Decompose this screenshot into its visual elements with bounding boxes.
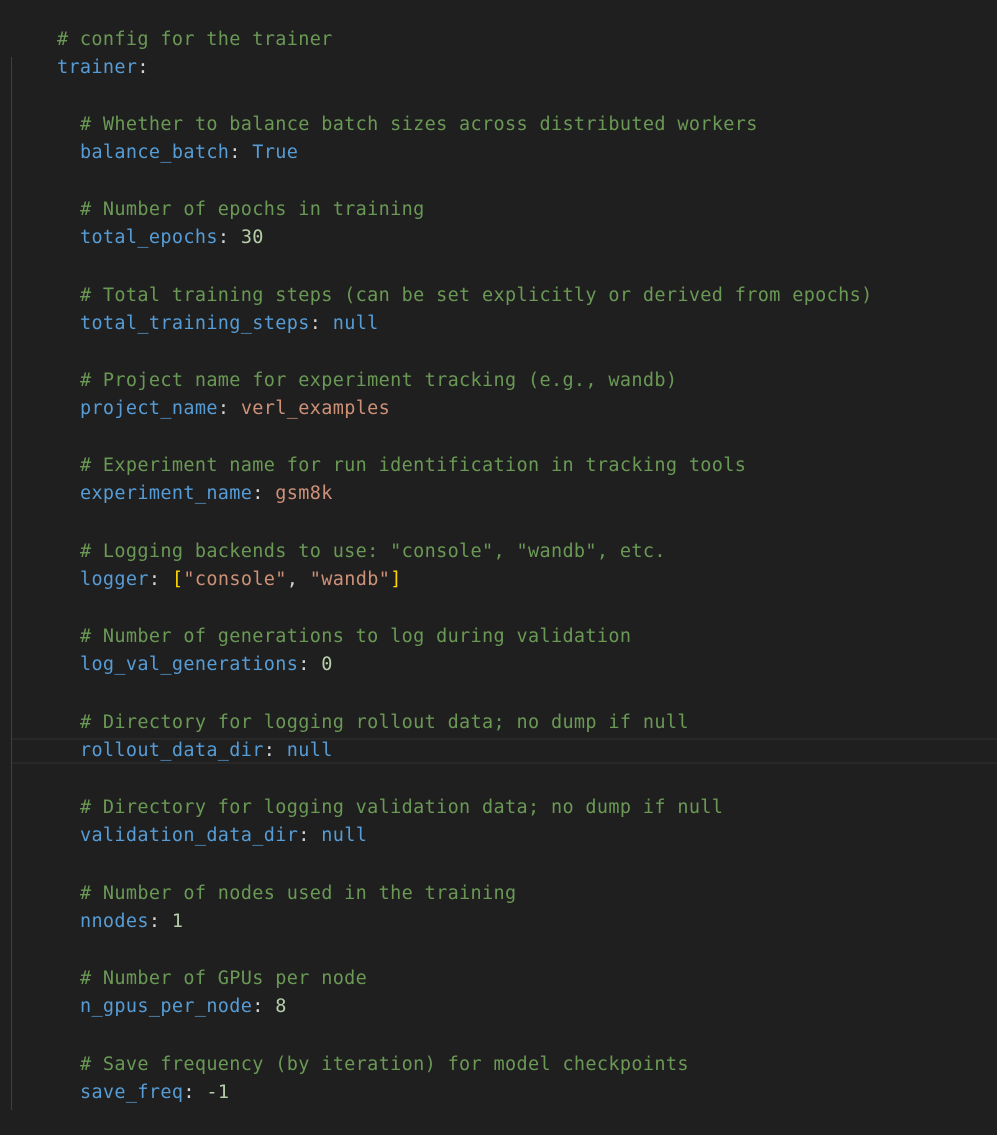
code-editor[interactable]: # config for the trainer trainer: # Whet…: [0, 0, 997, 1110]
code-line-kv: nnodes: 1: [34, 880, 183, 932]
code-line-kv: experiment_name: gsm8k: [34, 452, 333, 504]
code-line-kv: project_name: verl_examples: [34, 367, 390, 419]
code-line-kv: validation_data_dir: null: [34, 794, 367, 846]
colon: :: [148, 569, 161, 590]
array-separator: ,: [286, 569, 310, 590]
code-line-comment: # Logging backends to use: "console", "w…: [34, 510, 666, 562]
colon: :: [217, 227, 230, 248]
colon: :: [252, 483, 264, 504]
entry-key: total_training_steps: [79, 313, 310, 334]
colon: :: [217, 398, 230, 419]
entry-value: 8: [275, 996, 287, 1017]
entry-key: balance_batch: [79, 142, 230, 163]
entry-value: 1: [171, 911, 184, 932]
code-line-root-key: trainer:: [11, 26, 149, 78]
colon: :: [229, 142, 241, 163]
code-line-comment: # Whether to balance batch sizes across …: [34, 83, 758, 135]
indent-guide: [11, 57, 12, 1110]
entry-key: nnodes: [79, 911, 149, 932]
code-line-comment: # Number of epochs in training: [34, 168, 425, 220]
colon: :: [309, 313, 322, 334]
code-line-kv: n_gpus_per_node: 8: [34, 965, 287, 1017]
entry-key: n_gpus_per_node: [79, 996, 253, 1017]
entry-key: experiment_name: [79, 483, 253, 504]
entry-value: verl_examples: [240, 398, 391, 419]
entry-value: -1: [206, 1082, 230, 1103]
colon: :: [183, 1082, 195, 1103]
code-line-comment: # Directory for logging rollout data; no…: [34, 681, 689, 733]
entry-key: total_epochs: [79, 227, 218, 248]
entry-value: null: [332, 313, 379, 334]
entry-value: True: [252, 142, 299, 163]
entry-key: validation_data_dir: [79, 825, 299, 846]
code-line-kv: logger: ["console", "wandb"]: [34, 538, 402, 590]
code-line-kv: rollout_data_dir: null: [34, 709, 333, 761]
code-line-kv: total_training_steps: null: [34, 282, 379, 334]
entry-key: project_name: [79, 398, 218, 419]
entry-value: gsm8k: [275, 483, 333, 504]
colon: :: [137, 57, 149, 78]
code-line-comment: # Number of generations to log during va…: [34, 595, 631, 647]
entry-key: save_freq: [79, 1082, 184, 1103]
code-line-comment: # Total training steps (can be set expli…: [34, 254, 873, 306]
colon: :: [298, 825, 310, 846]
array-open-bracket: [: [171, 569, 184, 590]
entry-value: null: [321, 825, 368, 846]
entry-value: null: [286, 740, 333, 761]
code-line-comment: # Project name for experiment tracking (…: [34, 339, 677, 391]
code-line-comment: # Experiment name for run identification…: [34, 424, 746, 476]
array-item: "wandb": [309, 569, 391, 590]
code-line-comment: # Number of GPUs per node: [34, 937, 367, 989]
entry-key: logger: [79, 569, 149, 590]
code-line-comment: # Number of nodes used in the training: [34, 852, 517, 904]
code-line-comment: # Directory for logging validation data;…: [34, 766, 723, 818]
entry-value: 0: [321, 654, 333, 675]
colon: :: [252, 996, 264, 1017]
code-line-kv: log_val_generations: 0: [34, 623, 333, 675]
colon: :: [263, 740, 276, 761]
root-key: trainer: [56, 57, 138, 78]
code-line-header-comment: # config for the trainer: [11, 0, 333, 50]
array-item: "console": [183, 569, 287, 590]
array-close-bracket: ]: [390, 569, 402, 590]
entry-value: 30: [240, 227, 264, 248]
code-line-kv: save_freq: -1: [34, 1051, 229, 1103]
code-line-kv: balance_batch: True: [34, 111, 298, 163]
entry-key: rollout_data_dir: [79, 740, 264, 761]
colon: :: [148, 911, 161, 932]
colon: :: [298, 654, 310, 675]
entry-key: log_val_generations: [79, 654, 299, 675]
code-line-comment: # Save frequency (by iteration) for mode…: [34, 1023, 689, 1075]
code-line-kv: total_epochs: 30: [34, 196, 264, 248]
